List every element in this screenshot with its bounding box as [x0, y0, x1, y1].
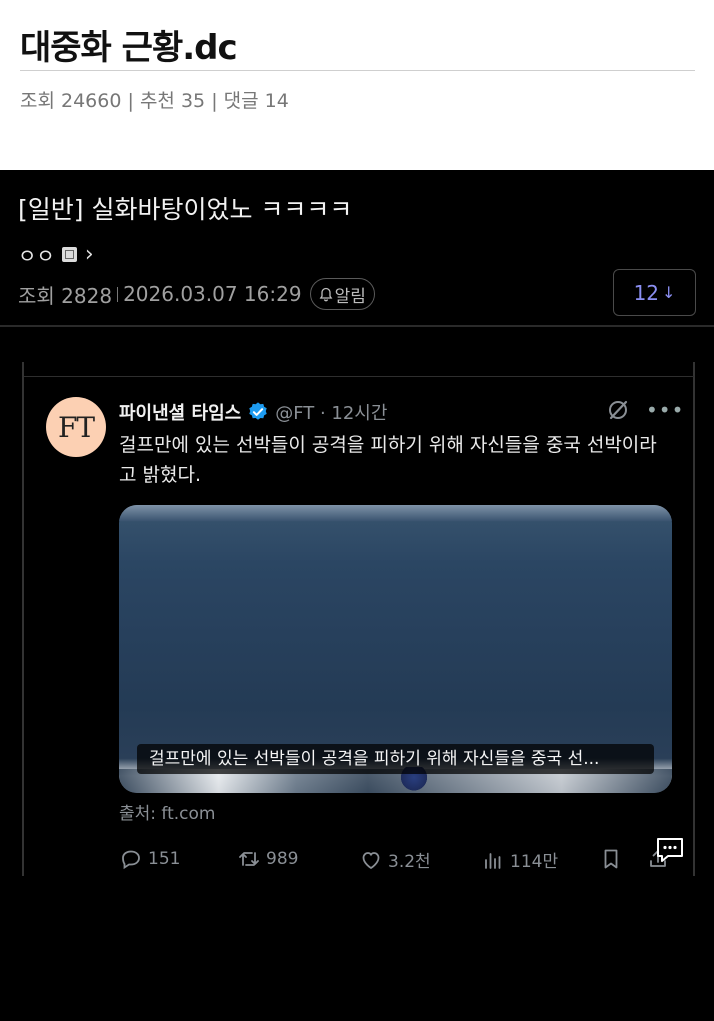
views-action: 114만 — [481, 847, 558, 872]
reply-action: 151 — [119, 847, 180, 871]
media-caption: 걸프만에 있는 선박들이 공격을 피하기 위해 자신들을 중국 선... — [137, 744, 654, 774]
tweet-text: 걸프만에 있는 선박들이 공격을 피하기 위해 자신들을 중국 선박이라고 밝혔… — [119, 434, 657, 486]
page-header: 대중화 근황.dc 조회 24660 | 추천 35 | 댓글 14 — [0, 0, 714, 170]
header-divider — [20, 70, 695, 71]
post-datetime: 2026.03.07 16:29 — [123, 282, 302, 306]
tweet-media-photo: 걸프만에 있는 선박들이 공격을 피하기 위해 자신들을 중국 선... — [119, 505, 672, 793]
heart-icon — [362, 851, 380, 869]
tweet-author-name: 파이낸셜 타임스 — [119, 403, 242, 424]
avatar: FT — [46, 397, 106, 457]
retweet-count: 989 — [266, 849, 299, 869]
embedded-tweet-image: FT 파이낸셜 타임스 @FT · 12시간 ••• 걸프만에 있는 선박들이 … — [24, 377, 693, 877]
embed-border-right — [693, 362, 695, 876]
retweet-icon — [239, 852, 259, 866]
post-views: 조회 2828 — [18, 283, 113, 308]
recommend-count: 추천 35 — [139, 90, 206, 112]
like-count: 3.2천 — [388, 852, 431, 872]
grok-icon — [609, 400, 628, 420]
chat-floating-button[interactable] — [654, 834, 686, 866]
chevron-right-icon: › — [84, 241, 94, 267]
post-section: [일반] 실화바탕이었노 ㅋㅋㅋㅋ ㅇㅇ › 조회 2828 2026.03.0… — [0, 170, 714, 1021]
post-divider — [0, 325, 714, 327]
bell-icon — [319, 287, 333, 302]
views-count: 조회 24660 — [20, 90, 122, 112]
verified-badge-icon — [249, 402, 267, 420]
user-badge-icon — [61, 246, 77, 262]
stat-separator: | — [211, 90, 224, 112]
retweet-action: 989 — [237, 847, 298, 871]
tweet-header: 파이낸셜 타임스 @FT · 12시간 — [119, 399, 387, 425]
tweet-source: 출처: ft.com — [119, 804, 216, 824]
analytics-icon — [485, 852, 501, 869]
post-meta: 조회 2828 2026.03.07 16:29 알림 — [18, 278, 375, 310]
bookmark-icon — [604, 849, 618, 869]
page-title: 대중화 근황.dc — [20, 28, 238, 68]
meta-separator — [117, 286, 119, 302]
like-action: 3.2천 — [359, 847, 431, 872]
alarm-label: 알림 — [334, 286, 366, 307]
comments-count-label: 12 — [633, 280, 660, 305]
more-options-icon: ••• — [646, 398, 685, 422]
stat-separator: | — [127, 90, 140, 112]
reply-icon — [122, 850, 140, 870]
comment-count: 댓글 14 — [223, 90, 289, 112]
reply-count: 151 — [148, 849, 181, 869]
tweet-handle-time: @FT · 12시간 — [275, 403, 388, 424]
alarm-button[interactable]: 알림 — [309, 278, 375, 310]
header-stats: 조회 24660 | 추천 35 | 댓글 14 — [20, 86, 289, 113]
author-link[interactable]: ㅇㅇ › — [18, 240, 94, 268]
post-title: [일반] 실화바탕이었노 ㅋㅋㅋㅋ — [18, 195, 353, 224]
jump-to-comments-button[interactable]: 12 ↓ — [613, 269, 696, 316]
arrow-down-icon: ↓ — [662, 283, 676, 302]
sea-horizon — [119, 505, 672, 521]
author-name: ㅇㅇ — [18, 243, 55, 268]
tweet-actions: 151 989 3.2천 114만 — [119, 847, 679, 872]
view-count: 114만 — [510, 852, 559, 872]
